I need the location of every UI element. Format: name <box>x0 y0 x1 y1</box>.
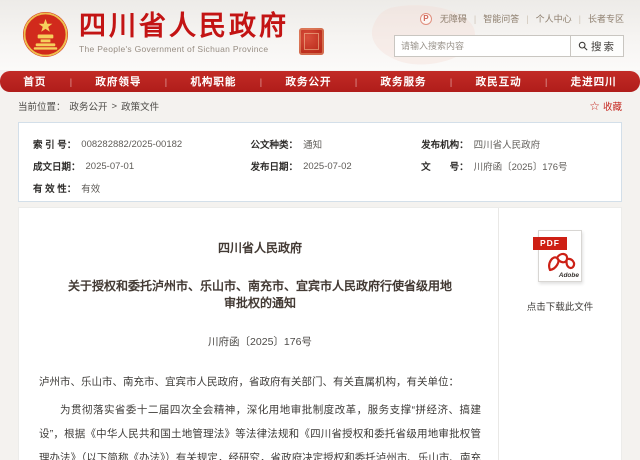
download-sidebar: PDF Adobe 点击下载此文件 <box>499 208 621 313</box>
breadcrumb-link-policy-docs[interactable]: 政策文件 <box>121 99 159 113</box>
meta-value: 008282882/2025-00182 <box>81 138 183 150</box>
nav-item-home[interactable]: 首页 <box>0 74 70 89</box>
meta-index-number: 索 引 号： 008282882/2025-00182 <box>33 133 251 155</box>
search-icon <box>578 41 588 51</box>
meta-label: 成文日期： <box>33 162 81 173</box>
search-bar: 搜索 <box>394 35 624 57</box>
search-button-label: 搜索 <box>591 40 616 53</box>
link-personal-center[interactable]: 个人中心 <box>536 12 572 25</box>
breadcrumb-prefix: 当前位置： <box>18 102 66 113</box>
adobe-label: Adobe <box>558 272 579 279</box>
document-org-title: 四川省人民政府 <box>217 241 302 255</box>
meta-doc-type: 公文种类： 通知 <box>251 133 422 155</box>
site-title-block: 四川省人民政府 The People's Government of Sichu… <box>79 11 289 54</box>
meta-value: 有效 <box>81 184 101 195</box>
meta-value: 四川省人民政府 <box>473 140 541 151</box>
meta-value: 通知 <box>303 140 323 151</box>
meta-label: 索 引 号： <box>33 140 77 151</box>
reader-badge-icon[interactable]: P <box>419 12 432 25</box>
national-emblem-icon <box>22 11 69 58</box>
meta-label: 文 号： <box>421 162 469 173</box>
search-input[interactable] <box>394 35 570 57</box>
document-title: 关于授权和委托泸州市、乐山市、南充市、宜宾市人民政府行使省级用地审批权的通知 <box>67 279 452 310</box>
document-body: 四川省人民政府 关于授权和委托泸州市、乐山市、南充市、宜宾市人民政府行使省级用地… <box>19 208 501 460</box>
breadcrumb-separator: > <box>111 100 118 112</box>
meta-label: 公文种类： <box>250 140 299 151</box>
link-separator: | <box>526 13 529 24</box>
pdf-file-icon[interactable]: PDF Adobe <box>533 230 582 282</box>
favorite-label: 收藏 <box>602 102 622 113</box>
nav-item-functions[interactable]: 机构职能 <box>167 74 260 89</box>
meta-publish-date: 发布日期： 2025-07-02 <box>251 155 422 177</box>
link-accessibility[interactable]: 无障碍 <box>440 12 467 25</box>
document-panel: 四川省人民政府 关于授权和委托泸州市、乐山市、南充市、宜宾市人民政府行使省级用地… <box>18 207 622 460</box>
link-separator: | <box>473 13 477 24</box>
page: 四川省人民政府 The People's Government of Sichu… <box>0 0 640 460</box>
site-title: 四川省人民政府 <box>79 11 289 41</box>
document-addressee: 泸州市、乐山市、南充市、宜宾市人民政府，省政府有关部门、有关直属机构，有关单位： <box>39 376 459 388</box>
meta-written-date: 成文日期： 2025-07-01 <box>33 155 251 177</box>
site-subtitle: The People's Government of Sichuan Provi… <box>79 44 269 54</box>
breadcrumb-row: 当前位置： 政务公开 > 政策文件 ☆ 收藏 <box>18 97 622 115</box>
document-paragraph: 为贯彻落实省委十二届四次全会精神，深化用地审批制度改革，服务支撑“拼经济、搞建设… <box>39 404 481 460</box>
document-meta-panel: 索 引 号： 008282882/2025-00182 公文种类： 通知 发布机… <box>18 122 622 202</box>
star-icon: ☆ <box>589 99 600 113</box>
utility-links: P 无障碍 | 智能问答 | 个人中心 | 长者专区 <box>419 12 624 25</box>
link-separator: | <box>578 13 581 24</box>
meta-validity: 有 效 性： 有效 <box>33 177 251 199</box>
site-header: 四川省人民政府 The People's Government of Sichu… <box>0 0 640 70</box>
nav-item-interaction[interactable]: 政民互动 <box>452 74 545 89</box>
site-logo-row: 四川省人民政府 The People's Government of Sichu… <box>22 11 324 58</box>
nav-item-about-sichuan[interactable]: 走进四川 <box>547 74 640 89</box>
nav-item-gov-services[interactable]: 政务服务 <box>357 74 450 89</box>
favorite-button[interactable]: ☆ 收藏 <box>589 99 622 113</box>
meta-label: 发布日期： <box>250 162 299 173</box>
nav-item-leaders[interactable]: 政府领导 <box>72 74 165 89</box>
link-smart-qa[interactable]: 智能问答 <box>483 12 519 25</box>
meta-value: 2025-07-02 <box>303 160 352 172</box>
link-senior-zone[interactable]: 长者专区 <box>588 12 624 25</box>
meta-doc-number: 文 号： 川府函〔2025〕176号 <box>421 155 621 177</box>
main-nav: 首页 | 政府领导 | 机构职能 | 政务公开 | 政务服务 | 政民互动 | … <box>0 71 640 92</box>
official-seal-icon <box>299 28 324 55</box>
breadcrumb: 当前位置： 政务公开 > 政策文件 <box>18 99 159 114</box>
document-number: 川府函〔2025〕176号 <box>208 336 312 348</box>
meta-value: 2025-07-01 <box>85 160 135 172</box>
meta-issuing-agency: 发布机构： 四川省人民政府 <box>421 133 621 155</box>
meta-label: 有 效 性： <box>33 184 77 195</box>
search-button[interactable]: 搜索 <box>570 35 624 57</box>
download-file-link[interactable]: 点击下载此文件 <box>499 299 621 313</box>
meta-value: 川府函〔2025〕176号 <box>473 162 568 173</box>
breadcrumb-link-gov-info[interactable]: 政务公开 <box>70 99 108 113</box>
nav-item-gov-info[interactable]: 政务公开 <box>262 74 355 89</box>
meta-label: 发布机构： <box>421 140 469 151</box>
